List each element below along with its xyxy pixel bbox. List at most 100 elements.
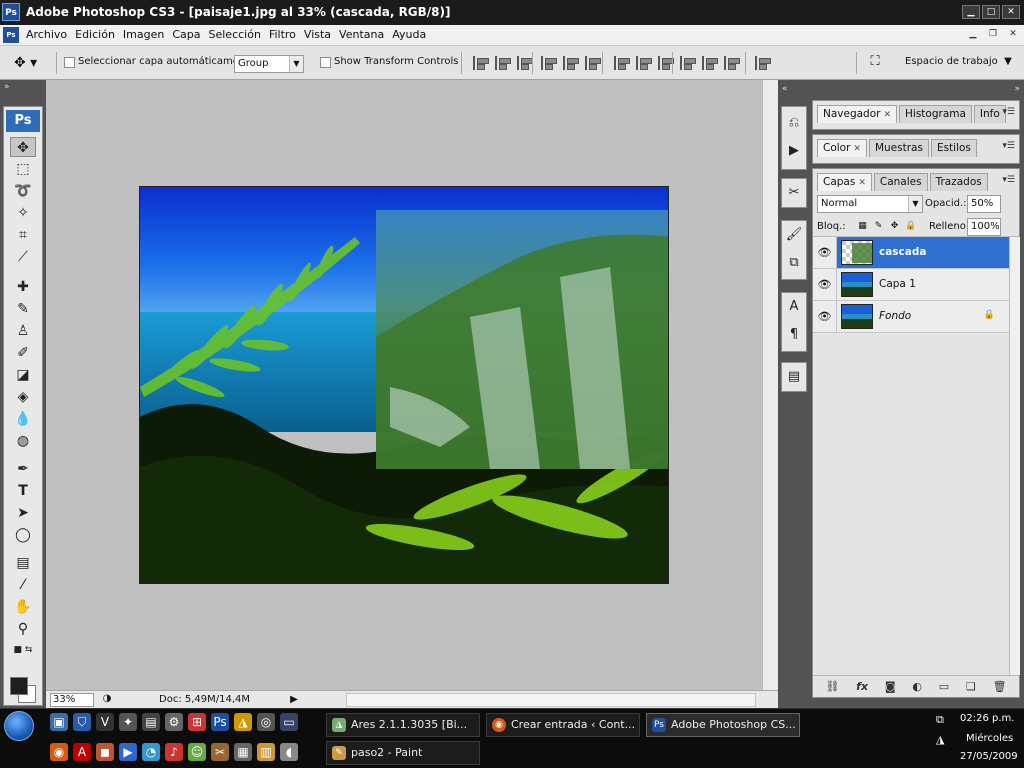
- tab-capas[interactable]: Capas ✕: [817, 173, 872, 191]
- tools-icon[interactable]: ✂: [211, 743, 229, 761]
- lock-transparency-icon[interactable]: ▦: [857, 221, 868, 232]
- tab-navegador[interactable]: Navegador ✕: [817, 105, 898, 123]
- collapse-panels-icon[interactable]: «: [782, 84, 788, 94]
- messenger-icon[interactable]: ◔: [142, 743, 160, 761]
- minimize-button[interactable]: ▁: [962, 5, 980, 19]
- align-top-icon[interactable]: [473, 56, 489, 70]
- task-photoshop[interactable]: Ps Adobe Photoshop CS...: [646, 713, 800, 737]
- slice-tool[interactable]: ⟋: [10, 247, 36, 267]
- start-button[interactable]: [4, 711, 34, 741]
- healing-brush-tool[interactable]: ✚: [10, 277, 36, 297]
- tab-histograma[interactable]: Histograma: [899, 105, 972, 123]
- ares-icon[interactable]: ◮: [234, 713, 252, 731]
- gear-icon[interactable]: ⚙: [165, 713, 183, 731]
- panel-menu-icon[interactable]: ▾☰: [1002, 175, 1015, 185]
- auto-align-icon[interactable]: [755, 56, 771, 70]
- history-brush-tool[interactable]: ✐: [10, 343, 36, 363]
- auto-select-dropdown[interactable]: Group ▼: [234, 55, 304, 73]
- status-menu-arrow[interactable]: ▶: [288, 692, 300, 707]
- lasso-tool[interactable]: ➰: [10, 181, 36, 201]
- visibility-eye-icon[interactable]: 👁: [813, 301, 837, 332]
- paint-bucket-tool[interactable]: ◈: [10, 387, 36, 407]
- close-icon[interactable]: ✕: [883, 110, 891, 120]
- tab-estilos[interactable]: Estilos: [930, 139, 977, 157]
- bridge-icon[interactable]: ⛶: [864, 54, 886, 72]
- ares-tray-icon[interactable]: ◮: [936, 733, 950, 747]
- brush-tool[interactable]: ✎: [10, 299, 36, 319]
- task-ares[interactable]: ◮ Ares 2.1.1.3035 [Bi...: [326, 713, 480, 737]
- align-left-icon[interactable]: [541, 56, 557, 70]
- windows-flag-icon[interactable]: ⊞: [188, 713, 206, 731]
- visibility-eye-icon[interactable]: 👁: [813, 237, 837, 268]
- move-tool[interactable]: ✥: [10, 137, 36, 157]
- menu-vista[interactable]: Vista: [300, 28, 335, 42]
- document-icon[interactable]: Ps: [3, 27, 19, 43]
- users-icon[interactable]: ☺: [188, 743, 206, 761]
- eyedropper-tool[interactable]: ⁄: [10, 575, 36, 595]
- doc-restore-button[interactable]: ❐: [986, 28, 1000, 41]
- panel-menu-icon[interactable]: ▾☰: [1002, 107, 1015, 117]
- doc-close-button[interactable]: ✕: [1006, 28, 1020, 41]
- layer-row-fondo[interactable]: 👁 Fondo 🔒: [813, 301, 1009, 333]
- hand-tool[interactable]: ✋: [10, 597, 36, 617]
- clone-source-icon[interactable]: ⧉: [784, 253, 804, 273]
- menu-edicion[interactable]: Edición: [71, 28, 119, 42]
- align-vcenter-icon[interactable]: [495, 56, 511, 70]
- distribute-hcenter-icon[interactable]: [702, 56, 718, 70]
- lock-position-icon[interactable]: ✥: [889, 221, 900, 232]
- menu-ayuda[interactable]: Ayuda: [388, 28, 430, 42]
- distribute-left-icon[interactable]: [680, 56, 696, 70]
- shape-tool[interactable]: ◯: [10, 525, 36, 545]
- paragraph-panel-icon[interactable]: ¶: [784, 325, 804, 345]
- tool-presets-icon[interactable]: ✂: [784, 183, 804, 203]
- vertical-scrollbar[interactable]: [762, 80, 778, 692]
- character-panel-icon[interactable]: A: [784, 297, 804, 317]
- menu-ventana[interactable]: Ventana: [335, 28, 388, 42]
- close-icon[interactable]: ✕: [853, 144, 861, 154]
- workspace-menu[interactable]: Espacio de trabajo ▼: [905, 56, 1012, 67]
- clapper-icon[interactable]: ▦: [234, 743, 252, 761]
- layer-row-cascada[interactable]: 👁 cascada: [813, 237, 1009, 269]
- history-panel-icon[interactable]: ⎌: [784, 113, 804, 133]
- transform-controls-checkbox[interactable]: [320, 57, 331, 68]
- close-button[interactable]: ✕: [1002, 5, 1020, 19]
- magic-wand-tool[interactable]: ✧: [10, 203, 36, 223]
- panel-menu-icon[interactable]: ▾☰: [1002, 141, 1015, 151]
- zoom-field[interactable]: 33%: [50, 693, 94, 707]
- horizontal-scrollbar[interactable]: [346, 693, 756, 707]
- align-hcenter-icon[interactable]: [563, 56, 579, 70]
- opacity-field[interactable]: 50%: [967, 195, 1001, 213]
- swap-colors-icon[interactable]: ■ ⇆: [10, 643, 36, 657]
- status-preview-icon[interactable]: ◑: [100, 693, 114, 707]
- monitor-icon[interactable]: ▭: [280, 713, 298, 731]
- brushes-panel-icon[interactable]: 🖌: [784, 225, 804, 245]
- dodge-tool[interactable]: ◍: [10, 431, 36, 451]
- steam-icon[interactable]: ◎: [257, 713, 275, 731]
- network-icon[interactable]: ⧉: [936, 713, 950, 727]
- move-tool-preset-icon[interactable]: ✥ ▾: [14, 54, 50, 72]
- marquee-tool[interactable]: ⬚: [10, 159, 36, 179]
- pen-tool[interactable]: ✒: [10, 459, 36, 479]
- layer-row-capa-1[interactable]: 👁 Capa 1: [813, 269, 1009, 301]
- task-paint[interactable]: ✎ paso2 - Paint: [326, 741, 480, 765]
- document-image[interactable]: [139, 186, 669, 584]
- notes-tool[interactable]: ▤: [10, 553, 36, 573]
- lock-pixels-icon[interactable]: ✎: [873, 221, 884, 232]
- blur-tool[interactable]: 💧: [10, 409, 36, 429]
- folder-icon[interactable]: ▥: [257, 743, 275, 761]
- task-firefox[interactable]: ◉ Crear entrada ‹ Cont...: [486, 713, 640, 737]
- menu-seleccion[interactable]: Selección: [205, 28, 265, 42]
- dock-expand-icon[interactable]: »: [1014, 84, 1020, 94]
- align-bottom-icon[interactable]: [517, 56, 533, 70]
- acrobat-icon[interactable]: A: [73, 743, 91, 761]
- clone-stamp-tool[interactable]: ♙: [10, 321, 36, 341]
- maximize-button[interactable]: □: [982, 5, 1000, 19]
- tab-trazados[interactable]: Trazados: [929, 173, 988, 191]
- winamp-icon[interactable]: V: [96, 713, 114, 731]
- close-icon[interactable]: ✕: [858, 178, 866, 188]
- layer-style-icon[interactable]: fx: [856, 680, 868, 693]
- firefox-icon[interactable]: ◉: [50, 743, 68, 761]
- menu-archivo[interactable]: Archivo: [22, 28, 71, 42]
- layer-comps-icon[interactable]: ▤: [784, 367, 804, 387]
- mouse-icon[interactable]: ◖: [280, 743, 298, 761]
